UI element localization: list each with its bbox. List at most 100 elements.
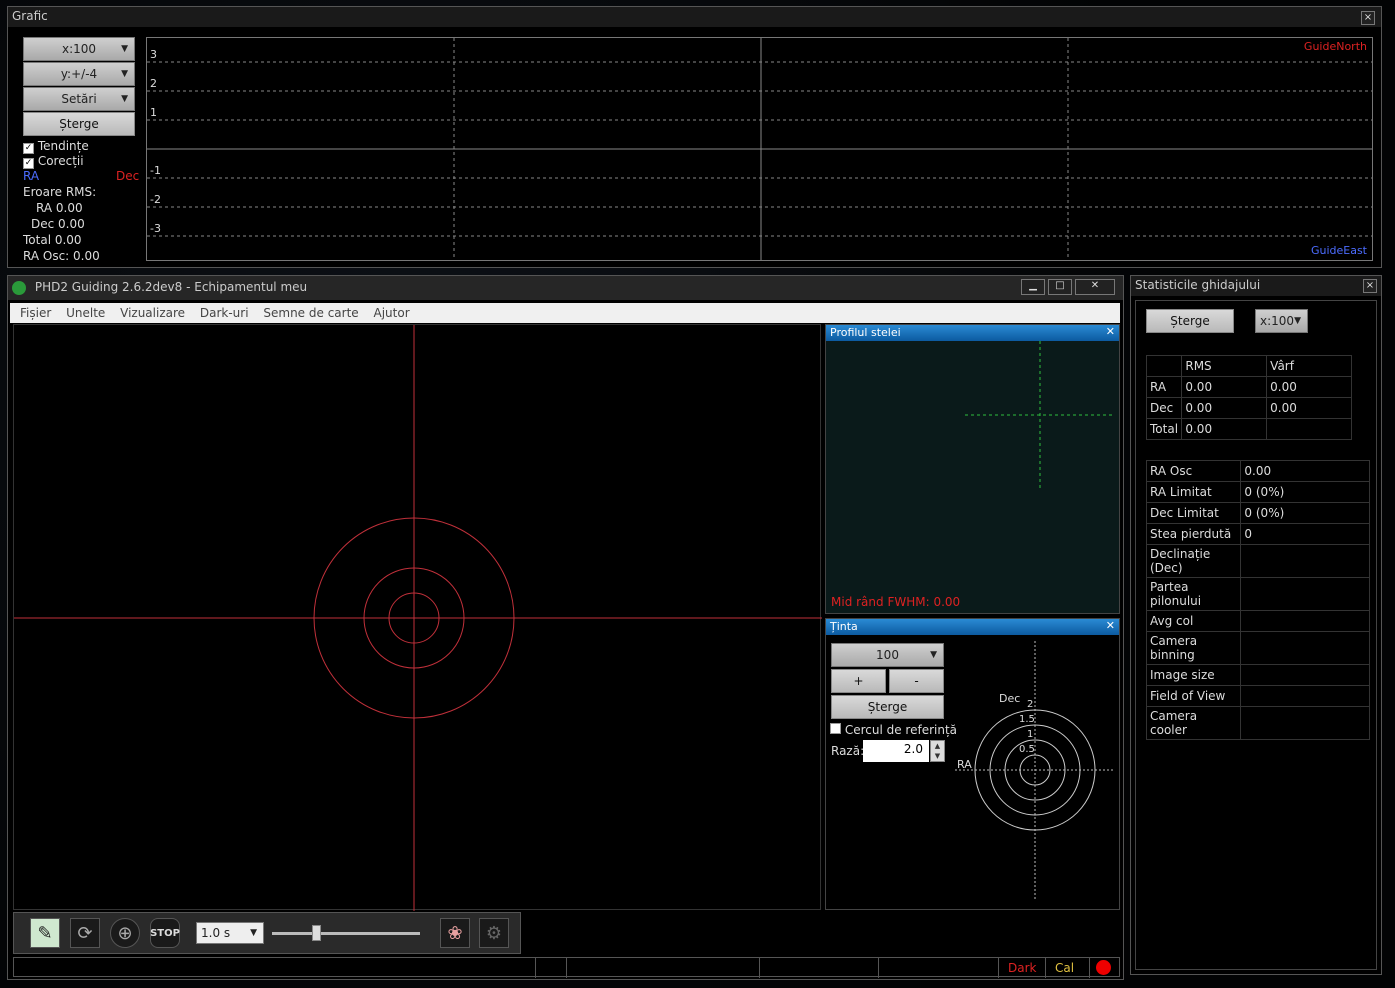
stats-titlebar: Statisticile ghidajului: [1131, 276, 1381, 296]
gamma-slider-thumb[interactable]: [312, 925, 322, 941]
maximize-button[interactable]: □: [1048, 279, 1072, 295]
target-header: Ținta ✕: [826, 619, 1119, 635]
star-profile-crosshair: [965, 341, 1113, 489]
ring-label-1-5: 1.5: [1019, 714, 1035, 725]
camera-settings-icon[interactable]: ⚙: [479, 918, 509, 948]
rms-cell: 0.00: [1181, 418, 1268, 440]
menu-help[interactable]: Ajutor: [374, 306, 410, 320]
target-pane: Ținta ✕ 100 ▼ + - Șterge Cercul de referi…: [825, 618, 1120, 910]
star-profile-close-button[interactable]: ✕: [1106, 325, 1115, 338]
rms-row: RMS Vârf: [1145, 355, 1352, 377]
menu-view[interactable]: Vizualizare: [120, 306, 185, 320]
stats-body: Șterge x:100 ▼ RMS Vârf RA 0.00 0.00 Dec 0.00 0.…: [1135, 300, 1377, 970]
target-close-button[interactable]: ✕: [1106, 619, 1115, 632]
info-label: Camera cooler: [1145, 706, 1242, 740]
radius-spinner[interactable]: ▲ ▼: [930, 740, 945, 762]
info-value: [1240, 610, 1370, 632]
target-title: Ținta: [830, 620, 858, 633]
graph-plot-area: 3 2 1 -1 -2 -3 GuideNorth GuideEast: [146, 37, 1373, 261]
rms-cell: RMS: [1181, 355, 1268, 377]
menu-file[interactable]: Fișier: [20, 306, 51, 320]
info-label: Partea pilonului: [1145, 577, 1242, 611]
info-row: Avg col: [1145, 610, 1370, 632]
zoom-in-button[interactable]: +: [831, 669, 886, 693]
rms-total: Total 0.00: [23, 233, 82, 247]
corrections-label: Corecții: [37, 154, 84, 168]
graph-clear-button[interactable]: Șterge: [23, 112, 135, 136]
y-tick-neg3: -3: [150, 222, 161, 235]
exposure-dropdown[interactable]: 1.0 s ▼: [196, 922, 264, 944]
info-label: Dec Limitat: [1145, 502, 1242, 524]
info-row: Declinație (Dec): [1145, 544, 1370, 578]
app-icon: [12, 280, 26, 295]
graph-close-button[interactable]: ×: [1361, 11, 1375, 25]
info-value: 0: [1240, 523, 1370, 545]
y-scale-value: y:+/-4: [60, 67, 98, 81]
guide-target-icon[interactable]: ⊕: [110, 918, 140, 948]
graph-titlebar: Grafic: [8, 7, 1381, 27]
ref-circle-checkbox[interactable]: [830, 723, 841, 734]
rms-cell: [1266, 418, 1352, 440]
brain-icon[interactable]: ❀: [440, 918, 470, 948]
menu-bookmarks[interactable]: Semne de carte: [263, 306, 358, 320]
radius-label: Rază:: [831, 744, 865, 758]
target-scale-value: 100: [876, 648, 899, 662]
x-scale-dropdown[interactable]: x:100 ▼: [23, 37, 135, 61]
info-label: RA Limitat: [1145, 481, 1242, 503]
exposure-value: 1.0 s: [201, 926, 231, 940]
gamma-slider[interactable]: [272, 925, 420, 941]
star-profile-title: Profilul stelei: [830, 326, 901, 339]
info-label: Avg col: [1145, 610, 1242, 632]
crosshair-overlay: [14, 325, 822, 911]
status-divider: [998, 958, 999, 978]
dark-status: Dark: [1008, 961, 1037, 975]
ref-circle-row[interactable]: Cercul de referință: [830, 723, 957, 737]
ref-circle-label: Cercul de referință: [844, 723, 958, 737]
chevron-down-icon: ▼: [930, 650, 937, 660]
info-table: RA Osc 0.00 RA Limitat 0 (0%) Dec Limitat 0 (…: [1145, 460, 1370, 740]
loop-icon[interactable]: ⟳: [70, 918, 100, 948]
menu-darks[interactable]: Dark-uri: [200, 306, 249, 320]
settings-dropdown[interactable]: Setări ▼: [23, 87, 135, 111]
rms-cell: 0.00: [1181, 397, 1268, 419]
stop-icon[interactable]: STOP: [150, 918, 180, 948]
dec-legend: Dec: [116, 169, 140, 183]
y-tick-neg1: -1: [150, 164, 161, 177]
stats-close-button[interactable]: ×: [1363, 279, 1377, 293]
camera-view[interactable]: [13, 324, 822, 911]
rms-cell: Dec: [1145, 397, 1183, 419]
corrections-checkbox[interactable]: ✓: [23, 158, 34, 169]
menu-tools[interactable]: Unelte: [66, 306, 105, 320]
x-scale-value: x:100: [61, 42, 97, 56]
ring-label-2: 2: [1027, 699, 1034, 710]
y-tick-3: 3: [150, 48, 157, 61]
loop-camera-icon[interactable]: ✎: [30, 918, 60, 948]
status-divider: [1089, 958, 1090, 978]
info-row: Field of View: [1145, 685, 1370, 707]
corrections-checkbox-row[interactable]: ✓ Corecții: [23, 154, 84, 169]
target-clear-button[interactable]: Șterge: [831, 695, 944, 719]
trends-checkbox[interactable]: ✓: [23, 143, 34, 154]
menu-bar: Fișier Unelte Vizualizare Dark-uri Semne…: [10, 303, 1120, 323]
star-profile-pane: Profilul stelei ✕ Mid rând FWHM: 0.00: [825, 324, 1120, 614]
rms-row: RA 0.00 0.00: [1145, 376, 1352, 398]
minimize-button[interactable]: ▁: [1021, 279, 1045, 295]
window-close-button[interactable]: ✕: [1075, 279, 1115, 295]
radius-input[interactable]: 2.0: [863, 740, 929, 762]
rms-title: Eroare RMS:: [23, 185, 97, 199]
trends-checkbox-row[interactable]: ✓ Tendințe: [23, 139, 89, 154]
info-row: RA Limitat 0 (0%): [1145, 481, 1370, 503]
rms-cell: Total: [1145, 418, 1183, 440]
zoom-out-button[interactable]: -: [889, 669, 944, 693]
info-label: RA Osc: [1145, 460, 1242, 482]
stats-clear-button[interactable]: Șterge: [1146, 309, 1234, 333]
info-value: 0 (0%): [1240, 481, 1370, 503]
info-value: [1240, 664, 1370, 686]
y-scale-dropdown[interactable]: y:+/-4 ▼: [23, 62, 135, 86]
info-value: [1240, 544, 1370, 578]
stats-scale-dropdown[interactable]: x:100 ▼: [1255, 309, 1308, 333]
target-scale-dropdown[interactable]: 100 ▼: [831, 643, 944, 667]
fwhm-label: Mid rând FWHM: 0.00: [831, 595, 961, 609]
stats-panel: Statisticile ghidajului × Șterge x:100 ▼ …: [1130, 275, 1382, 975]
chevron-down-icon: ▼: [121, 94, 128, 104]
